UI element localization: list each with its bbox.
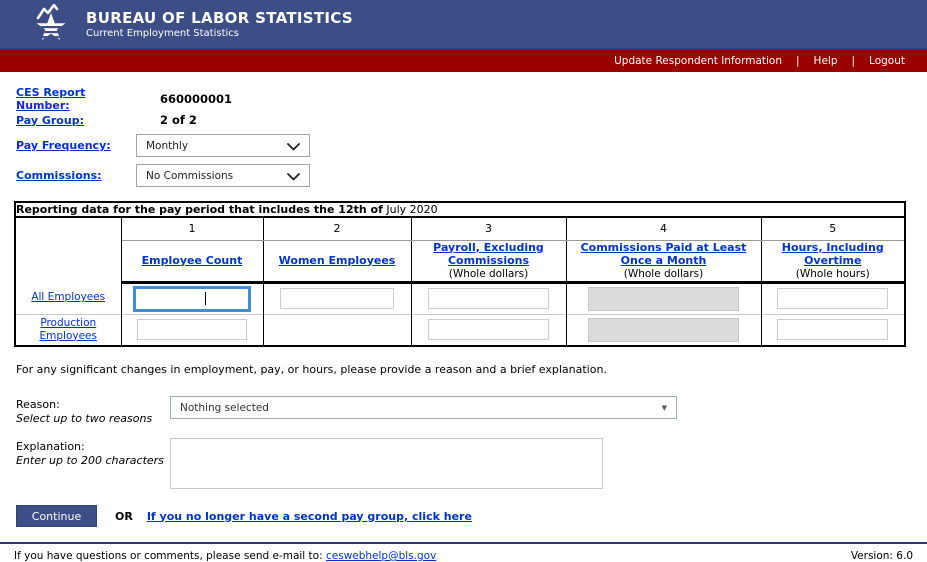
- nav-update-respondent-information-link[interactable]: Update Respondent Information: [614, 55, 782, 67]
- nav-separator: |: [852, 55, 856, 67]
- production-employees-row: Production Employees: [15, 314, 905, 346]
- pay-frequency-select[interactable]: Monthly: [136, 134, 310, 157]
- commissions-paid-header-sub: (Whole dollars): [567, 267, 761, 281]
- payroll-header-sub: (Whole dollars): [412, 267, 566, 281]
- no-second-pay-group-link[interactable]: If you no longer have a second pay group…: [147, 510, 472, 523]
- corner-cell: [15, 217, 121, 282]
- column-number-2: 2: [263, 217, 411, 240]
- reason-selected-value: Nothing selected: [180, 402, 269, 414]
- app-title: BUREAU OF LABOR STATISTICS: [86, 9, 353, 27]
- commissions-select[interactable]: No Commissions: [136, 164, 310, 187]
- column-number-3: 3: [411, 217, 566, 240]
- explanation-label: Explanation:: [16, 440, 170, 453]
- reason-row: Reason: Select up to two reasons Nothing…: [16, 396, 927, 425]
- reporting-data-table: Reporting data for the pay period that i…: [14, 201, 906, 347]
- footer: If you have questions or comments, pleas…: [0, 542, 927, 562]
- report-info-section: CES Report Number: 660000001 Pay Group: …: [0, 72, 927, 187]
- all-employees-hours-input[interactable]: [777, 288, 888, 309]
- employee-count-header-sub: [122, 267, 263, 281]
- reason-label: Reason:: [16, 398, 170, 411]
- version-label: Version: 6.0: [851, 550, 913, 562]
- production-employees-row-link[interactable]: Production Employees: [40, 317, 97, 342]
- explanation-textarea[interactable]: [170, 438, 603, 489]
- chevron-down-icon: [287, 136, 300, 155]
- all-employees-women-employees-input[interactable]: [280, 288, 395, 309]
- pay-group-label[interactable]: Pay Group:: [16, 114, 136, 127]
- nav-help-link[interactable]: Help: [814, 55, 838, 67]
- column-header-row: Employee Count Women Employees Payroll, …: [15, 240, 905, 282]
- table-title-row: Reporting data for the pay period that i…: [15, 202, 905, 217]
- top-nav-bar: Update Respondent Information | Help | L…: [0, 50, 927, 72]
- commissions-label[interactable]: Commissions:: [16, 169, 136, 182]
- production-employees-employee-count-input[interactable]: [137, 319, 247, 340]
- bls-star-logo-icon: [30, 4, 72, 44]
- column-number-5: 5: [761, 217, 905, 240]
- table-title-period: July 2020: [386, 203, 437, 216]
- column-number-4: 4: [566, 217, 761, 240]
- column-number-1: 1: [121, 217, 263, 240]
- significant-changes-note: For any significant changes in employmen…: [16, 363, 927, 376]
- women-employees-header-sub: [264, 267, 411, 281]
- continue-button[interactable]: Continue: [16, 505, 97, 527]
- all-employees-commissions-input[interactable]: [588, 287, 739, 311]
- all-employees-payroll-input[interactable]: [428, 288, 548, 309]
- ces-report-number-label[interactable]: CES Report Number:: [16, 86, 136, 112]
- nav-logout-link[interactable]: Logout: [869, 55, 905, 67]
- explanation-row: Explanation: Enter up to 200 characters: [16, 438, 927, 489]
- commissions-selected-value: No Commissions: [146, 170, 233, 182]
- production-employees-hours-input[interactable]: [777, 319, 888, 340]
- footer-email-link[interactable]: ceswebhelp@bls.gov: [326, 550, 436, 562]
- chevron-down-icon: [287, 166, 300, 185]
- actions-row: Continue OR If you no longer have a seco…: [16, 505, 927, 527]
- app-subtitle: Current Employment Statistics: [86, 28, 353, 39]
- pay-frequency-selected-value: Monthly: [146, 140, 188, 152]
- all-employees-row: All Employees: [15, 282, 905, 314]
- table-title-bold: Reporting data for the pay period that i…: [16, 203, 383, 216]
- commissions-paid-header-link[interactable]: Commissions Paid at Least Once a Month: [567, 241, 761, 267]
- pay-frequency-label[interactable]: Pay Frequency:: [16, 139, 136, 152]
- pay-group-value: 2 of 2: [160, 113, 197, 127]
- reason-hint: Select up to two reasons: [16, 412, 170, 425]
- production-employees-commissions-input[interactable]: [588, 318, 739, 342]
- ces-report-number-value: 660000001: [160, 92, 232, 106]
- production-employees-payroll-input[interactable]: [428, 319, 548, 340]
- hours-header-sub: (Whole hours): [762, 267, 905, 281]
- table-title: Reporting data for the pay period that i…: [15, 202, 905, 217]
- women-employees-header-link[interactable]: Women Employees: [264, 254, 411, 267]
- column-number-row: 1 2 3 4 5: [15, 217, 905, 240]
- or-label: OR: [115, 510, 133, 523]
- reason-select[interactable]: Nothing selected ▼: [170, 396, 677, 419]
- payroll-header-link[interactable]: Payroll, Excluding Commissions: [412, 241, 566, 267]
- employee-count-header-link[interactable]: Employee Count: [122, 254, 263, 267]
- hours-header-link[interactable]: Hours, Including Overtime: [762, 241, 905, 267]
- caret-down-icon: ▼: [662, 404, 667, 412]
- app-header: BUREAU OF LABOR STATISTICS Current Emplo…: [0, 0, 927, 50]
- all-employees-row-link[interactable]: All Employees: [31, 291, 105, 303]
- nav-separator: |: [796, 55, 800, 67]
- explanation-hint: Enter up to 200 characters: [16, 454, 170, 467]
- all-employees-employee-count-input[interactable]: [133, 286, 251, 312]
- footer-help-text: If you have questions or comments, pleas…: [14, 550, 326, 562]
